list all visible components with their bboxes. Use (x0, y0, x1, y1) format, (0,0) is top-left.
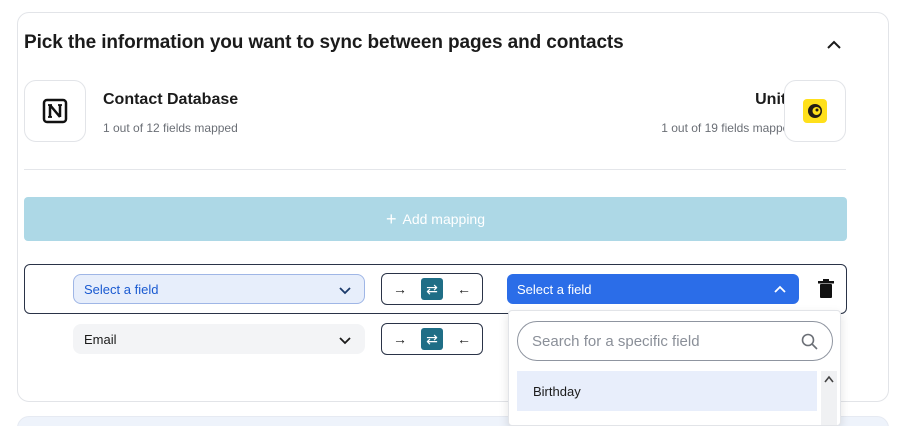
left-field-select-2[interactable]: Email (73, 324, 365, 354)
field-dropdown: Birthday (508, 310, 841, 426)
collapse-button[interactable] (822, 32, 846, 56)
chevron-down-icon (339, 287, 351, 295)
left-app-fields-mapped: 1 out of 12 fields mapped (103, 121, 238, 135)
scroll-up-icon[interactable] (824, 375, 834, 383)
left-app-name: Contact Database (103, 91, 239, 108)
sync-direction-toggle-2: → ⇄ ← (381, 323, 483, 355)
direction-to-right-button[interactable]: → (389, 278, 411, 300)
dropdown-option[interactable]: Birthday (517, 371, 817, 411)
trash-icon[interactable] (818, 279, 834, 299)
chevron-down-icon (339, 337, 351, 345)
left-field-select[interactable]: Select a field (73, 274, 365, 304)
field-search-input[interactable] (532, 332, 802, 350)
mailchimp-icon (803, 99, 827, 123)
notion-icon (42, 98, 68, 124)
direction-two-way-button[interactable]: ⇄ (421, 278, 443, 300)
sync-direction-toggle: → ⇄ ← (381, 273, 483, 305)
right-field-value: Select a field (517, 281, 592, 297)
mailchimp-logo (784, 80, 846, 142)
section-divider (24, 169, 846, 170)
add-mapping-label: Add mapping (402, 211, 486, 227)
chevron-up-icon (827, 40, 841, 49)
notion-logo (24, 80, 86, 142)
field-search (517, 321, 833, 361)
direction-to-right-button[interactable]: → (389, 328, 411, 350)
left-field-value: Select a field (84, 281, 159, 297)
search-icon (801, 333, 818, 350)
chevron-up-icon (774, 285, 786, 293)
direction-to-left-button[interactable]: ← (453, 278, 475, 300)
direction-two-way-button[interactable]: ⇄ (421, 328, 443, 350)
page-title: Pick the information you want to sync be… (24, 32, 624, 53)
left-field-value-2: Email (84, 331, 117, 347)
dropdown-scrollbar[interactable] (821, 371, 837, 425)
plus-icon: + (385, 208, 397, 229)
direction-to-left-button[interactable]: ← (453, 328, 475, 350)
right-app-fields-mapped: 1 out of 19 fields mapped (661, 121, 796, 135)
right-field-select[interactable]: Select a field (507, 274, 799, 304)
add-mapping-button[interactable]: + Add mapping (24, 197, 847, 241)
